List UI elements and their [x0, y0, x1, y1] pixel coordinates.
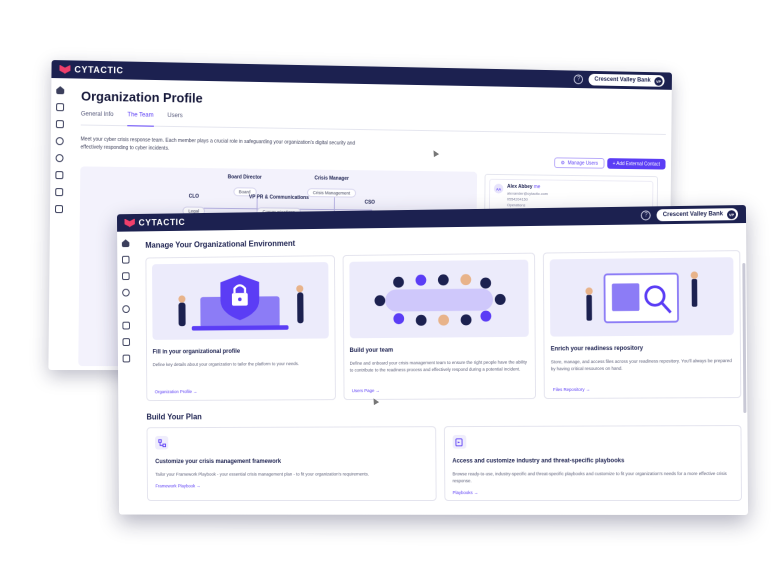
contact-name: Alex Abbey me: [507, 184, 548, 190]
document-icon[interactable]: [56, 103, 65, 112]
contact-phone: 0554204150: [506, 196, 528, 202]
cytactic-logo-icon: [59, 65, 70, 74]
files-repository-link[interactable]: Files Repository →: [553, 387, 590, 392]
plan-card-description: Browse ready-to-use, industry-specific a…: [452, 471, 727, 484]
sidebar: [117, 231, 136, 514]
contact-department: Operations: [506, 202, 526, 208]
section-title-environment: Manage Your Organizational Environment: [145, 239, 296, 250]
users-icon[interactable]: [55, 188, 64, 197]
tab-bar: General Info The Team Users: [80, 111, 666, 135]
brand-logo[interactable]: CYTACTIC: [125, 217, 186, 228]
cytactic-logo-icon: [125, 218, 135, 227]
main-content: Manage Your Organizational Environment F…: [140, 223, 748, 515]
document-icon[interactable]: [121, 255, 130, 264]
home-icon[interactable]: [122, 239, 130, 247]
organization-profile-link[interactable]: Organization Profile →: [155, 389, 198, 394]
home-dashboard-window: CYTACTIC ? Crescent Valley Bank VP Manag…: [116, 205, 749, 516]
users-page-link[interactable]: Users Page →: [352, 388, 380, 393]
org-switcher[interactable]: Crescent Valley Bank VP: [656, 208, 739, 222]
card-title: Fill in your organizational profile: [152, 348, 241, 356]
user-avatar[interactable]: VP: [727, 209, 737, 219]
page-title: Organization Profile: [80, 88, 203, 106]
plan-card-title: Access and customize industry and threat…: [452, 458, 625, 465]
users-icon[interactable]: [122, 338, 131, 346]
user-avatar[interactable]: VP: [654, 76, 663, 86]
shield-laptop-icon: [178, 274, 304, 331]
files-board-icon: [585, 257, 699, 336]
home-icon[interactable]: [56, 86, 64, 94]
contact-avatar: AA: [493, 183, 504, 194]
org-switcher[interactable]: Crescent Valley Bank VP: [588, 73, 665, 87]
manage-users-button[interactable]: ⚙ Manage Users: [554, 157, 605, 169]
team-intro-text: Meet your cyber crisis response team. Ea…: [80, 136, 356, 152]
framework-card[interactable]: Customize your crisis management framewo…: [146, 426, 437, 501]
org-name: Crescent Valley Bank: [594, 76, 651, 84]
card-description: Define key details about your organizati…: [152, 361, 299, 368]
card-title: Enrich your readiness repository: [550, 345, 644, 353]
team-icon[interactable]: [55, 205, 64, 214]
profile-illustration: [152, 262, 329, 340]
card-description: Store, manage, and access files across y…: [550, 358, 732, 372]
folder-icon[interactable]: [55, 171, 64, 180]
gear-icon[interactable]: [55, 137, 64, 146]
framework-playbook-link[interactable]: Framework Playbook →: [155, 483, 427, 488]
help-icon[interactable]: ?: [641, 210, 652, 221]
add-external-contact-label: + Add External Contact: [612, 160, 661, 168]
checklist-icon[interactable]: [122, 272, 130, 281]
plan-card-description: Tailor your Framework Playbook - your es…: [155, 471, 370, 477]
playbook-icon: [452, 434, 466, 449]
meeting-table-icon: [374, 274, 506, 326]
team-card[interactable]: Build your team Define and onboard your …: [342, 252, 537, 401]
brand-name: CYTACTIC: [74, 64, 124, 76]
section-title-plan: Build Your Plan: [146, 412, 202, 422]
gear-icon[interactable]: [122, 288, 130, 297]
node-tag: Crisis Management: [307, 188, 356, 198]
tab-users[interactable]: Users: [167, 113, 182, 126]
card-description: Define and onboard your crisis managemen…: [349, 359, 528, 373]
node-role: VP PR & Communications: [248, 194, 309, 201]
contact-email: alexander@cytactic.com: [507, 190, 548, 197]
repository-illustration: [550, 257, 734, 337]
node-role: CSO: [364, 199, 375, 206]
brand-name: CYTACTIC: [138, 217, 186, 228]
playbooks-card[interactable]: Access and customize industry and threat…: [443, 425, 742, 502]
globe-icon[interactable]: [122, 305, 130, 314]
plan-card-title: Customize your crisis management framewo…: [155, 458, 282, 466]
brand-logo[interactable]: CYTACTIC: [59, 64, 123, 75]
team-icon[interactable]: [122, 354, 131, 363]
marketing-composite: CYTACTIC ? Crescent Valley Bank VP Organ…: [0, 0, 782, 570]
repository-card[interactable]: Enrich your readiness repository Store, …: [543, 250, 742, 400]
scrollbar[interactable]: [742, 263, 747, 414]
contact-me-tag: me: [533, 184, 541, 191]
playbooks-link[interactable]: Playbooks →: [453, 490, 733, 495]
checklist-icon[interactable]: [55, 120, 64, 129]
manage-users-label: Manage Users: [567, 159, 599, 167]
org-node[interactable]: Crisis Manager Crisis Management: [307, 175, 356, 199]
org-name: Crescent Valley Bank: [662, 211, 724, 219]
node-role: Crisis Manager: [314, 175, 349, 182]
tab-general-info[interactable]: General Info: [81, 112, 114, 126]
globe-icon[interactable]: [55, 154, 64, 163]
node-role: CLO: [188, 193, 200, 200]
settings-icon: ⚙: [560, 159, 565, 166]
tab-the-team[interactable]: The Team: [127, 112, 154, 127]
folder-icon[interactable]: [122, 321, 130, 330]
help-icon[interactable]: ?: [573, 74, 584, 85]
add-external-contact-button[interactable]: + Add External Contact: [606, 158, 666, 170]
environment-cards: Fill in your organizational profile Defi…: [145, 250, 742, 402]
profile-card[interactable]: Fill in your organizational profile Defi…: [145, 255, 336, 402]
contact-name-text: Alex Abbey: [507, 183, 533, 191]
node-role: Board Director: [227, 174, 262, 181]
plan-cards: Customize your crisis management framewo…: [146, 425, 742, 502]
hierarchy-icon: [155, 435, 169, 450]
card-title: Build your team: [349, 347, 394, 354]
sidebar: [48, 78, 69, 370]
team-illustration: [349, 259, 530, 339]
